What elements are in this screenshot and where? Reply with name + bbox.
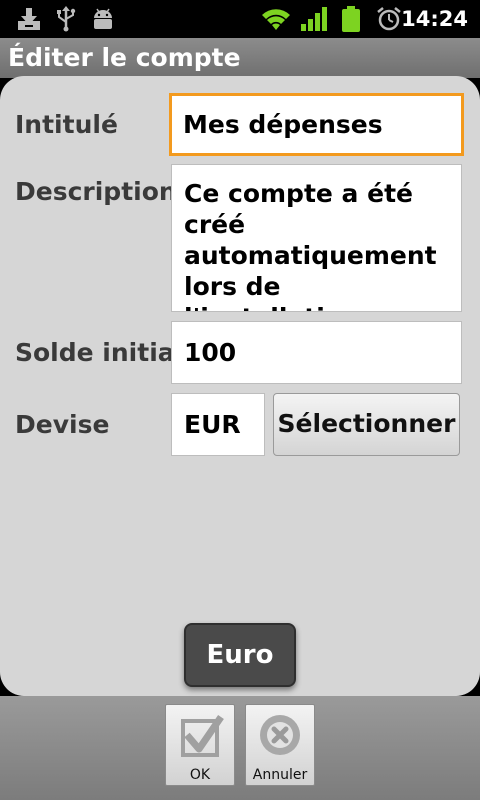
initial-balance-label: Solde initial [15, 338, 184, 367]
status-bar: 14:24 [0, 0, 480, 38]
signal-icon [301, 7, 327, 31]
select-currency-button[interactable]: Sélectionner [273, 393, 460, 456]
status-clock: 14:24 [401, 7, 468, 31]
battery-icon [342, 6, 360, 32]
name-label: Intitulé [15, 110, 118, 139]
initial-balance-field[interactable]: 100 [171, 321, 462, 384]
wifi-icon [262, 9, 290, 30]
account-form: Intitulé Mes dépenses Description Ce com… [0, 76, 480, 696]
ok-button-label: OK [189, 767, 211, 783]
usb-icon [57, 6, 76, 32]
name-field[interactable]: Mes dépenses [169, 93, 464, 156]
bottom-action-bar: OK Annuler [0, 696, 480, 800]
currency-field[interactable]: EUR [171, 393, 265, 456]
checkmark-icon [181, 715, 224, 757]
description-field[interactable]: Ce compte a été créé automatiquement lor… [171, 164, 462, 312]
cancel-button[interactable]: Annuler [245, 704, 315, 786]
ok-button[interactable]: OK [165, 704, 235, 786]
download-icon [18, 8, 40, 30]
cancel-icon [260, 715, 300, 755]
alarm-icon [377, 7, 401, 31]
description-label: Description [15, 177, 177, 206]
currency-label: Devise [15, 410, 110, 439]
title-bar: Éditer le compte [0, 38, 480, 78]
currency-toast: Euro [184, 623, 296, 687]
android-debug-icon [94, 8, 112, 29]
page-title: Éditer le compte [8, 43, 241, 72]
cancel-button-label: Annuler [252, 767, 308, 783]
